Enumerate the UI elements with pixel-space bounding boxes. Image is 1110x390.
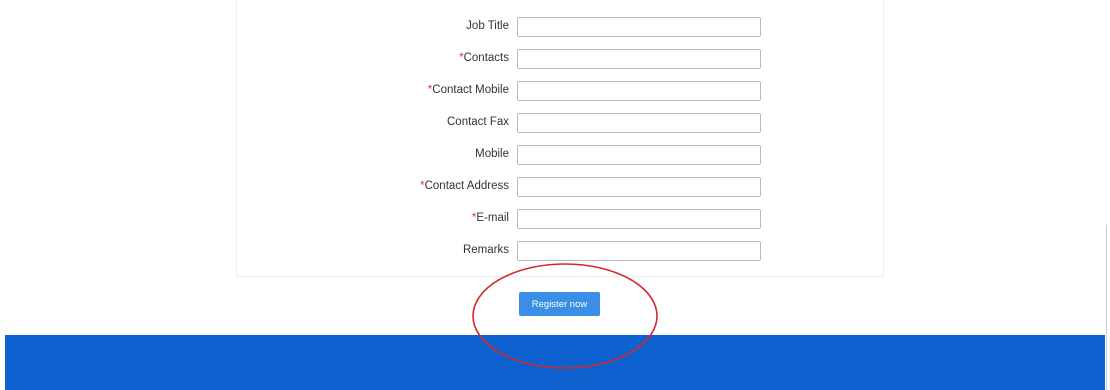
form-row-job-title: Job Title: [237, 17, 885, 37]
mobile-label: Mobile: [475, 148, 509, 160]
scrollbar-track[interactable]: [1106, 225, 1107, 390]
footer-band: [5, 335, 1105, 390]
email-label: *E-mail: [471, 212, 509, 224]
contact-fax-label: Contact Fax: [447, 116, 509, 128]
form-row-contacts: *Contacts: [237, 49, 885, 69]
contacts-input[interactable]: [517, 49, 761, 69]
contact-mobile-label: *Contact Mobile: [427, 84, 509, 96]
job-title-label: Job Title: [466, 20, 509, 32]
form-row-contact-mobile: *Contact Mobile: [237, 81, 885, 101]
email-input[interactable]: [517, 209, 761, 229]
contact-mobile-input[interactable]: [517, 81, 761, 101]
mobile-input[interactable]: [517, 145, 761, 165]
job-title-input[interactable]: [517, 17, 761, 37]
register-now-button[interactable]: Register now: [519, 292, 600, 316]
contacts-label: *Contacts: [459, 52, 509, 64]
remarks-label: Remarks: [462, 244, 509, 256]
form-row-contact-address: *Contact Address: [237, 177, 885, 197]
form-row-remarks: Remarks: [237, 241, 885, 261]
form-row-contact-fax: Contact Fax: [237, 113, 885, 133]
contact-fax-input[interactable]: [517, 113, 761, 133]
remarks-input[interactable]: [517, 241, 761, 261]
registration-form: Job Title *Contacts *Contact Mobile Cont…: [236, 0, 884, 277]
contact-address-label: *Contact Address: [420, 180, 509, 192]
form-row-email: *E-mail: [237, 209, 885, 229]
contact-address-input[interactable]: [517, 177, 761, 197]
registration-page: Job Title *Contacts *Contact Mobile Cont…: [0, 0, 1110, 390]
form-row-mobile: Mobile: [237, 145, 885, 165]
